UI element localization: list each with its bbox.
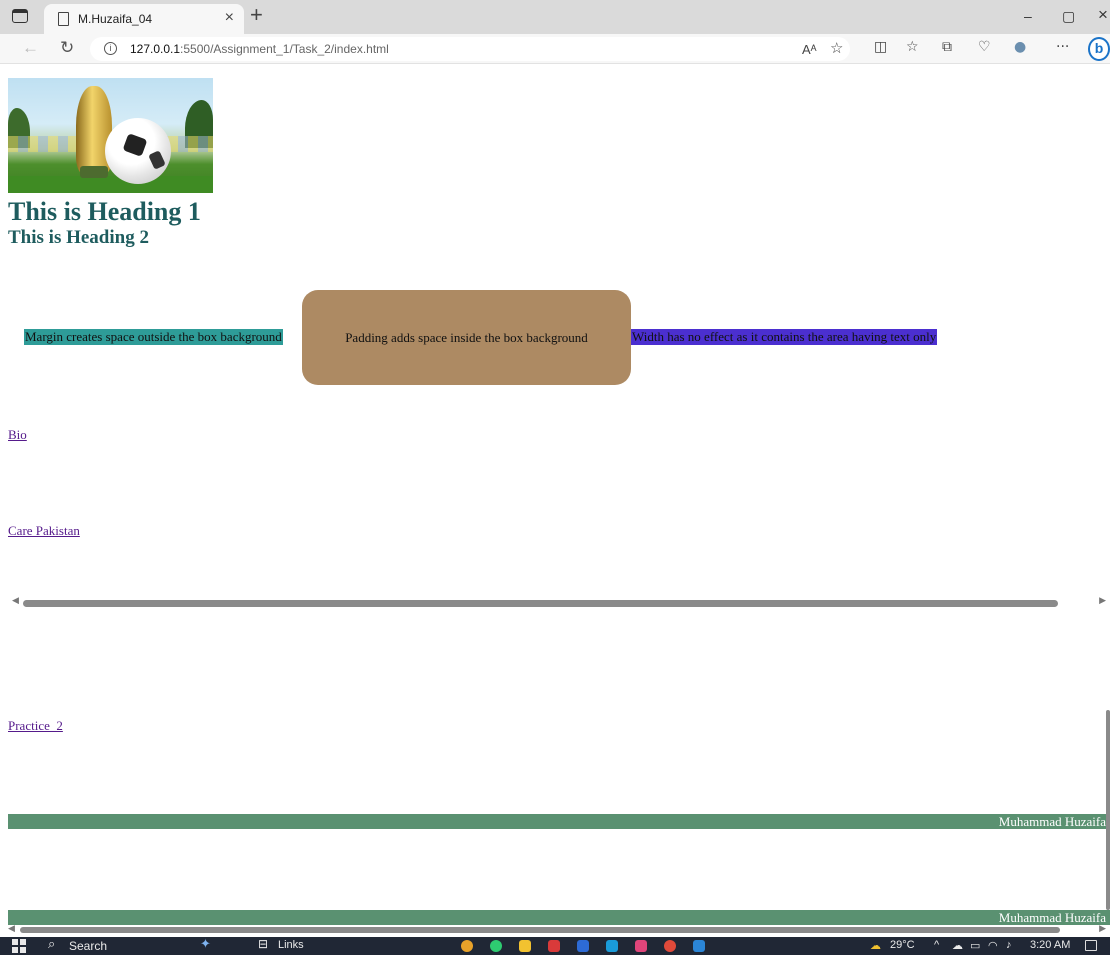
favorites-icon[interactable]: ☆ [906, 39, 919, 55]
vertical-scrollbar[interactable] [1106, 710, 1110, 910]
page-scroll-left-icon[interactable]: ◀ [8, 924, 15, 934]
widgets-icon[interactable]: ✦ [200, 937, 211, 952]
split-screen-icon[interactable]: ◫ [874, 39, 887, 55]
wifi-icon[interactable]: ◠ [988, 939, 998, 952]
tab-strip: M.Huzaifa_04 × + – ▢ × [0, 0, 1110, 34]
collections-icon[interactable]: ⧉ [942, 39, 952, 55]
tab-title: M.Huzaifa_04 [78, 12, 153, 26]
search-icon[interactable]: ⌕ [48, 937, 55, 952]
volume-icon[interactable]: ♪ [1006, 939, 1012, 951]
whatsapp-icon[interactable] [490, 940, 502, 952]
notifications-icon[interactable] [1085, 940, 1097, 951]
url-path: :5500/Assignment_1/Task_2/index.html [180, 42, 389, 56]
zoom-icon[interactable] [577, 940, 589, 952]
read-aloud-icon[interactable]: Aᴬ [802, 42, 817, 57]
tab-actions-icon[interactable] [12, 9, 28, 23]
scroll-right-icon[interactable]: ▶ [1099, 596, 1106, 606]
url-host: 127.0.0.1 [130, 42, 181, 56]
back-icon[interactable]: ← [22, 38, 39, 58]
heading-1: This is Heading 1 [8, 197, 201, 226]
clock[interactable]: 3:20 AM [1030, 939, 1070, 951]
vscode-icon[interactable] [693, 940, 705, 952]
link-bio[interactable]: Bio [8, 427, 27, 443]
footer-bar: Muhammad Huzaifa [8, 814, 1110, 829]
app-icon[interactable] [548, 940, 560, 952]
profile-avatar-icon[interactable]: ● [1014, 39, 1026, 55]
refresh-icon[interactable]: ↻ [60, 38, 74, 58]
browser-tab[interactable]: M.Huzaifa_04 × [44, 4, 244, 34]
page-horizontal-scrollbar[interactable]: ◀ ▶ [8, 924, 1110, 936]
page-scroll-right-icon[interactable]: ▶ [1099, 924, 1106, 934]
links-label[interactable]: Links [278, 939, 304, 951]
favorite-star-icon[interactable]: ☆ [830, 39, 843, 57]
address-bar-row: ← ↻ i 127.0.0.1:5500/Assignment_1/Task_2… [0, 34, 1110, 64]
tab-close-button[interactable]: × [225, 9, 234, 27]
file-explorer-icon[interactable] [519, 940, 531, 952]
temperature[interactable]: 29°C [890, 939, 915, 951]
restore-button[interactable]: ▢ [1062, 8, 1075, 25]
footer-bar-repeat: Muhammad Huzaifa [8, 910, 1110, 925]
url-text: 127.0.0.1:5500/Assignment_1/Task_2/index… [130, 42, 389, 56]
weather-icon[interactable]: ☁ [870, 939, 881, 952]
chrome-icon[interactable] [461, 940, 473, 952]
taskbar-search[interactable]: Search [69, 939, 107, 953]
scroll-left-icon[interactable]: ◀ [12, 596, 19, 606]
edge-icon[interactable] [606, 940, 618, 952]
browser-essentials-icon[interactable]: ♡ [978, 39, 991, 55]
heading-2: This is Heading 2 [8, 227, 149, 248]
media-icon[interactable] [635, 940, 647, 952]
onedrive-icon[interactable]: ☁ [952, 939, 963, 952]
page-scroll-thumb[interactable] [20, 927, 1060, 933]
task-view-icon[interactable]: ⊟ [258, 937, 268, 951]
width-demo-box: Width has no effect as it contains the a… [631, 329, 938, 345]
link-care-pakistan[interactable]: Care Pakistan [8, 523, 80, 539]
inner-horizontal-scrollbar[interactable]: ◀ ▶ [8, 596, 1110, 609]
new-tab-button[interactable]: + [250, 2, 263, 28]
chrome-profile-icon[interactable] [664, 940, 676, 952]
url-field[interactable]: i 127.0.0.1:5500/Assignment_1/Task_2/ind… [90, 37, 850, 61]
minimize-button[interactable]: – [1024, 8, 1032, 24]
margin-demo-box: Margin creates space outside the box bac… [24, 329, 283, 345]
windows-start-icon[interactable] [12, 939, 26, 953]
bing-copilot-icon[interactable]: b [1088, 37, 1110, 61]
tray-chevron-icon[interactable]: ^ [934, 939, 939, 951]
site-info-icon[interactable]: i [104, 42, 117, 55]
scroll-thumb[interactable] [23, 600, 1058, 607]
trophy-football-image [8, 78, 213, 193]
battery-icon[interactable]: ▭ [970, 939, 980, 952]
more-options-icon[interactable]: ··· [1056, 39, 1069, 55]
document-icon [58, 12, 69, 26]
link-practice-2[interactable]: Practice_2 [8, 718, 63, 734]
padding-demo-box: Padding adds space inside the box backgr… [302, 290, 631, 385]
padding-demo-text: Padding adds space inside the box backgr… [345, 329, 588, 345]
windows-taskbar: ⌕ Search ✦ ⊟ Links ☁ 29°C ^ ☁ ▭ ◠ ♪ 3:20… [0, 937, 1110, 955]
close-window-button[interactable]: × [1098, 5, 1108, 25]
